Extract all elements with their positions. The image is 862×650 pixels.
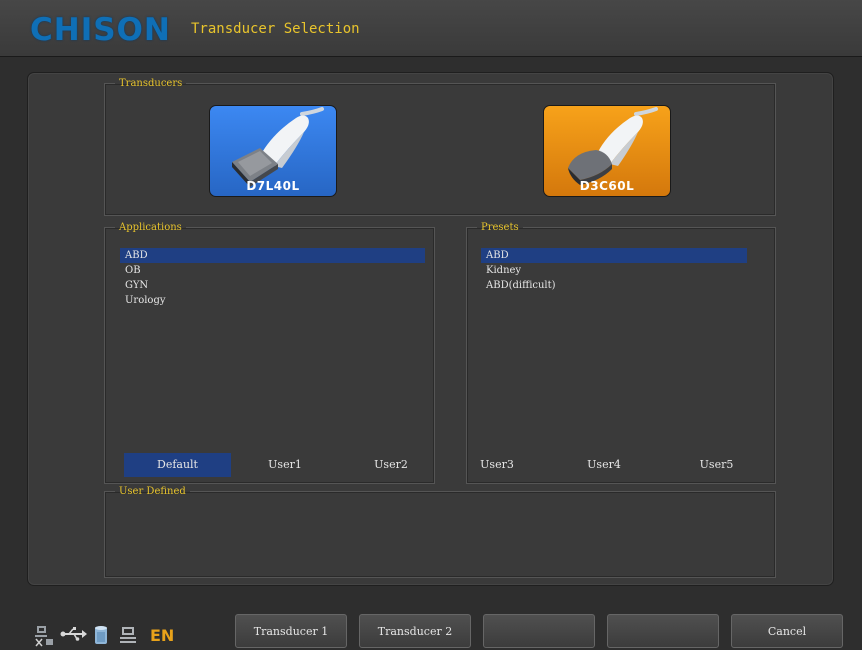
- presets-list: ABD Kidney ABD(difficult): [481, 248, 747, 293]
- cancel-button[interactable]: Cancel: [731, 614, 843, 648]
- user-defined-legend: User Defined: [119, 486, 186, 497]
- language-indicator[interactable]: EN: [150, 626, 174, 645]
- preset-item-abd-difficult[interactable]: ABD(difficult): [481, 278, 747, 293]
- top-bar: CHISON Transducer Selection: [0, 0, 862, 57]
- usb-icon: [60, 627, 87, 641]
- chison-logo: CHISON: [30, 12, 171, 48]
- user4-button[interactable]: User4: [551, 453, 657, 477]
- application-item-ob[interactable]: OB: [120, 263, 425, 278]
- user2-button[interactable]: User2: [338, 453, 444, 477]
- transducer-d3c60l-button[interactable]: D3C60L: [543, 105, 671, 197]
- user1-button[interactable]: User1: [232, 453, 338, 477]
- transducers-group: Transducers: [104, 78, 776, 216]
- empty-button-3[interactable]: [483, 614, 595, 648]
- transducer-2-button[interactable]: Transducer 2: [359, 614, 471, 648]
- user-default-button[interactable]: Default: [124, 453, 231, 477]
- transducer-label: D3C60L: [579, 179, 635, 193]
- page-title: Transducer Selection: [191, 21, 360, 37]
- preset-item-abd[interactable]: ABD: [481, 248, 747, 263]
- application-item-abd[interactable]: ABD: [120, 248, 425, 263]
- applications-legend: Applications: [119, 222, 182, 233]
- transducer-label: D7L40L: [246, 179, 300, 193]
- user3-button[interactable]: User3: [444, 453, 550, 477]
- application-item-urology[interactable]: Urology: [120, 293, 425, 308]
- applications-list: ABD OB GYN Urology: [120, 248, 425, 308]
- presets-legend: Presets: [481, 222, 519, 233]
- user-defined-group: User Defined: [104, 486, 776, 578]
- application-item-gyn[interactable]: GYN: [120, 278, 425, 293]
- printer-icon: [120, 627, 136, 643]
- empty-button-4[interactable]: [607, 614, 719, 648]
- transducer-d7l40l-button[interactable]: D7L40L: [209, 105, 337, 197]
- preset-item-kidney[interactable]: Kidney: [481, 263, 747, 278]
- storage-icon: [95, 626, 107, 644]
- user5-button[interactable]: User5: [658, 453, 775, 477]
- transducer-1-button[interactable]: Transducer 1: [235, 614, 347, 648]
- network-icon: [35, 626, 53, 647]
- transducers-legend: Transducers: [119, 78, 183, 89]
